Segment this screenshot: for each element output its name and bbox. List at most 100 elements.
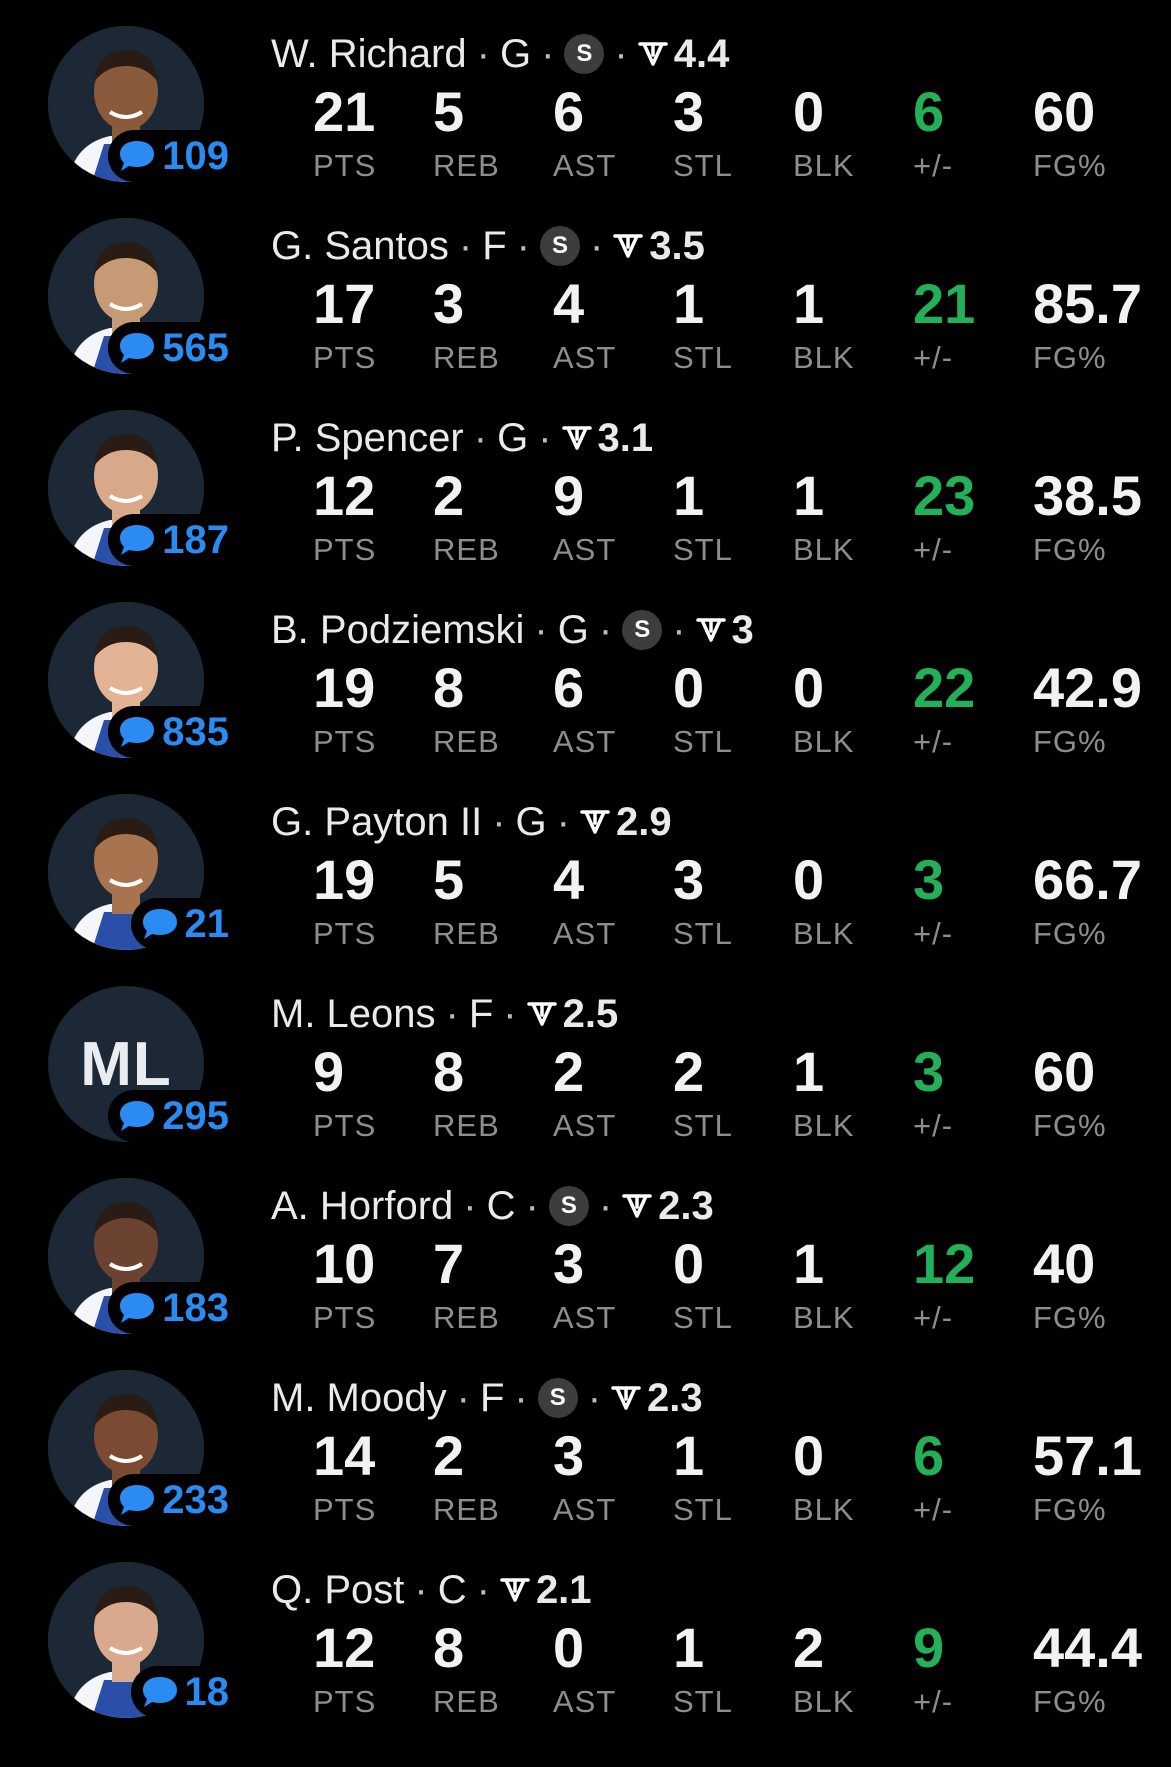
player-position: F	[482, 223, 507, 268]
separator: ·	[614, 31, 628, 76]
stat-value: 0	[673, 656, 705, 719]
player-header: P. Spencer · G · 3.1	[271, 412, 653, 464]
stat-value: 1	[793, 272, 825, 335]
rating-value: 2.9	[616, 799, 672, 844]
player-row[interactable]: 187 P. Spencer · G · 3.1 12 PTS 2 REB 9 …	[0, 384, 1171, 576]
comment-bubble-icon	[120, 1101, 155, 1131]
stat-label: REB	[433, 724, 500, 759]
comments-count[interactable]: 21	[130, 898, 233, 950]
player-row[interactable]: 18 Q. Post · C · 2.1 12 PTS 8 REB 0 AST …	[0, 1536, 1171, 1728]
stat-label: AST	[553, 532, 617, 567]
comments-value: 565	[162, 325, 229, 370]
player-position: G	[557, 607, 589, 652]
stat-value: 21	[313, 80, 376, 143]
stat-value: 0	[793, 656, 825, 719]
stat-label: FG%	[1033, 916, 1107, 951]
stat-label: AST	[553, 724, 617, 759]
comments-count[interactable]: 18	[130, 1666, 233, 1718]
separator: ·	[534, 607, 548, 652]
comments-count[interactable]: 565	[108, 322, 233, 374]
stat-value: 60	[1033, 1040, 1096, 1103]
separator: ·	[458, 223, 473, 268]
rating-icon	[613, 234, 644, 258]
stat-label: BLK	[793, 1492, 855, 1527]
player-rating: 3	[695, 607, 754, 653]
player-row[interactable]: ML 295 M. Leons · F · 2.5 9 PTS 8 REB 2 …	[0, 960, 1171, 1152]
stat-value: 2	[433, 1424, 465, 1487]
comments-count[interactable]: 187	[108, 514, 233, 566]
stat-value: 6	[913, 1424, 945, 1487]
separator: ·	[473, 415, 488, 460]
separator: ·	[598, 1183, 613, 1228]
player-header: A. Horford · C · S · 2.3	[271, 1180, 714, 1232]
stat-value: 3	[553, 1232, 585, 1295]
player-name[interactable]: W. Richard	[271, 32, 467, 77]
player-name[interactable]: M. Leons	[271, 992, 436, 1037]
rating-icon	[622, 1194, 652, 1218]
stat-label: AST	[553, 916, 617, 951]
player-row[interactable]: 183 A. Horford · C · S · 2.3 10 PTS 7 RE…	[0, 1152, 1171, 1344]
player-row[interactable]: 835 B. Podziemski · G · S · 3 19 PTS 8 R…	[0, 576, 1171, 768]
separator: ·	[598, 607, 613, 652]
stat-label: +/-	[913, 916, 954, 951]
stat-value: 1	[673, 1424, 705, 1487]
comments-count[interactable]: 183	[108, 1282, 233, 1334]
player-name[interactable]: A. Horford	[271, 1184, 453, 1229]
stat-value: 6	[553, 656, 585, 719]
stat-value: 8	[433, 1616, 465, 1679]
comments-count[interactable]: 295	[108, 1090, 233, 1142]
stat-value: 5	[433, 848, 465, 911]
stat-value: 3	[433, 272, 465, 335]
stat-value: 9	[913, 1616, 945, 1679]
stat-value: 1	[793, 464, 825, 527]
starter-badge: S	[539, 226, 580, 266]
comment-bubble-icon	[120, 1485, 155, 1515]
stat-value: 40	[1033, 1232, 1096, 1295]
comment-bubble-icon	[142, 909, 177, 939]
rating-value: 3	[731, 607, 754, 652]
player-header: B. Podziemski · G · S · 3	[271, 604, 754, 656]
comments-count[interactable]: 109	[108, 130, 233, 182]
player-row[interactable]: 233 M. Moody · F · S · 2.3 14 PTS 2 REB …	[0, 1344, 1171, 1536]
stat-value: 57.1	[1033, 1424, 1142, 1487]
stat-value: 2	[793, 1616, 825, 1679]
separator: ·	[672, 607, 686, 652]
player-name[interactable]: Q. Post	[271, 1568, 404, 1613]
player-row[interactable]: 109 W. Richard · G · S · 4.4 21 PTS 5 RE…	[0, 0, 1171, 192]
stat-value: 66.7	[1033, 848, 1142, 911]
stat-value: 19	[313, 848, 376, 911]
comments-count[interactable]: 835	[108, 706, 233, 758]
stat-value: 9	[553, 464, 585, 527]
player-name[interactable]: G. Payton II	[271, 800, 482, 845]
comments-count[interactable]: 233	[108, 1474, 233, 1526]
stat-label: FG%	[1033, 1684, 1107, 1719]
stat-value: 0	[553, 1616, 585, 1679]
stat-value: 3	[553, 1424, 585, 1487]
player-name[interactable]: G. Santos	[271, 224, 449, 269]
comments-value: 295	[162, 1093, 229, 1138]
separator: ·	[414, 1567, 428, 1612]
player-position: C	[486, 1183, 516, 1228]
stat-label: BLK	[793, 1108, 855, 1143]
stat-value: 3	[913, 848, 945, 911]
stat-label: REB	[433, 1492, 500, 1527]
player-name[interactable]: M. Moody	[271, 1376, 447, 1421]
comment-bubble-icon	[120, 333, 155, 363]
stat-label: PTS	[313, 916, 377, 951]
player-name[interactable]: P. Spencer	[271, 416, 464, 461]
player-row[interactable]: 565 G. Santos · F · S · 3.5 17 PTS 3 REB…	[0, 192, 1171, 384]
player-name[interactable]: B. Podziemski	[271, 608, 524, 653]
player-header: Q. Post · C · 2.1	[271, 1564, 592, 1616]
stat-label: AST	[553, 1108, 617, 1143]
stat-label: FG%	[1033, 532, 1107, 567]
stat-value: 3	[673, 848, 705, 911]
stat-value: 12	[313, 464, 376, 527]
player-position: F	[479, 1375, 505, 1420]
player-row[interactable]: 21 G. Payton II · G · 2.9 19 PTS 5 REB 4…	[0, 768, 1171, 960]
comment-bubble-icon	[142, 1677, 177, 1707]
starter-badge: S	[564, 34, 605, 74]
stat-label: STL	[673, 148, 733, 183]
stat-label: AST	[553, 1300, 617, 1335]
rating-value: 4.4	[673, 31, 730, 76]
stat-label: PTS	[313, 1300, 377, 1335]
